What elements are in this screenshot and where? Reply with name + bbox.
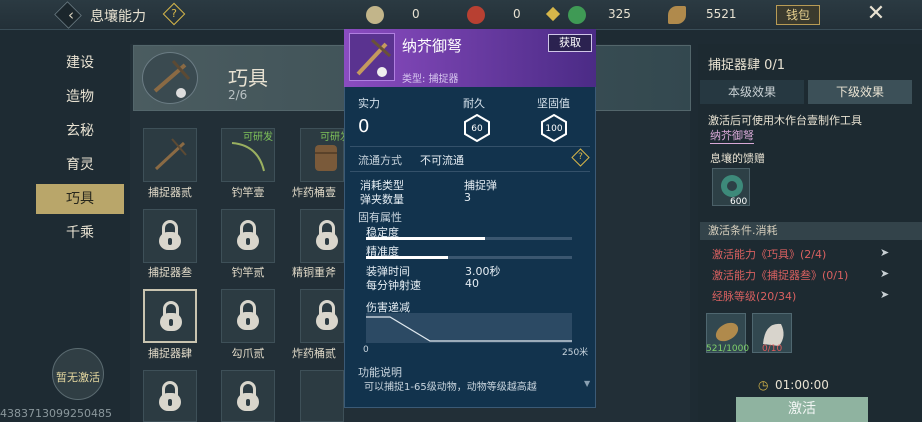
grid-item-label: 炸药桶贰	[292, 347, 336, 360]
resource-value: 5521	[706, 7, 737, 21]
category-count: 2/6	[228, 88, 248, 102]
grid-item-label: 捕捉器肆	[148, 347, 192, 360]
circulation-label: 流通方式	[358, 154, 402, 167]
condition-item: 经脉等级(20/34)	[712, 290, 797, 303]
reward-label: 息壤的馈赠	[710, 152, 765, 165]
sidebar-item-craft[interactable]: 造物	[36, 82, 124, 112]
circulation-value: 不可流通	[420, 154, 464, 167]
rpm-label: 每分钟射速	[366, 279, 421, 292]
grid-item-label: 捕捉器叁	[148, 266, 192, 279]
resource-value: 0	[513, 7, 521, 21]
item-name: 纳芥御弩	[402, 37, 463, 55]
durability-value: 60	[471, 124, 483, 134]
function-text: 可以捕捉1-65级动物，动物等级越高越	[364, 382, 537, 393]
lock-icon	[314, 300, 340, 332]
grid-item[interactable]	[300, 209, 344, 263]
strength-value: 0	[358, 116, 370, 137]
solidity-label: 坚固值	[537, 97, 570, 110]
item-type: 类型: 捕捉器	[402, 74, 459, 85]
grid-item-label: 钓竿壹	[231, 186, 265, 199]
lock-icon	[157, 381, 183, 413]
accuracy-bar-fill	[366, 256, 449, 259]
send-icon[interactable]: ➤	[880, 288, 894, 301]
stability-bar-fill	[366, 237, 486, 240]
not-activated-label: 暂无激活	[56, 371, 100, 384]
grid-item-label: 钓竿贰	[231, 266, 265, 279]
send-icon[interactable]: ➤	[880, 267, 894, 280]
crossbow-icon	[154, 138, 187, 171]
grid-item-label: 精铜重斧	[292, 266, 336, 279]
resource-value: 325	[608, 7, 631, 21]
crossbow-icon	[349, 33, 395, 81]
grid-item-label: 勾爪贰	[231, 347, 265, 360]
condition-item: 激活能力《捕捉器叁》(0/1)	[712, 269, 849, 282]
close-icon[interactable]: ✕	[861, 0, 891, 30]
tab-current-effect[interactable]: 本级效果	[700, 80, 804, 104]
grid-item[interactable]	[221, 370, 275, 422]
conditions-header: 激活条件.消耗	[700, 222, 922, 240]
jade-icon	[568, 6, 586, 24]
falloff-end: 250米	[562, 348, 589, 358]
grid-item[interactable]	[221, 289, 275, 343]
grid-item[interactable]	[300, 289, 344, 343]
cost-count: 0/10	[762, 344, 783, 354]
divider	[350, 171, 590, 172]
seed-icon	[668, 6, 686, 24]
lock-icon	[158, 301, 184, 333]
sidebar-item-mystic[interactable]: 玄秘	[36, 116, 124, 146]
reward-count: 600	[730, 197, 748, 207]
lock-icon	[235, 300, 261, 332]
grid-item[interactable]	[300, 370, 344, 422]
crossbow-icon	[142, 52, 198, 104]
falloff-graph	[366, 313, 572, 343]
scroll-down-icon[interactable]: ▼	[584, 379, 590, 388]
grid-item[interactable]	[221, 209, 275, 263]
timer: 01:00:00	[775, 378, 829, 392]
grid-item-selected[interactable]	[143, 289, 197, 343]
lock-icon	[314, 220, 340, 252]
sidebar: 建设 造物 玄秘 育灵 巧具 千乘	[36, 42, 124, 382]
wallet-button[interactable]: 钱包	[776, 5, 820, 25]
strength-label: 实力	[358, 97, 380, 110]
sidebar-item-spirit[interactable]: 育灵	[36, 150, 124, 180]
grid-item[interactable]	[143, 209, 197, 263]
chevron-left-icon[interactable]: ‹	[61, 5, 81, 25]
sidebar-item-vehicles[interactable]: 千乘	[36, 218, 124, 248]
cost-count: 521/1000	[706, 344, 750, 354]
tab-next-effect[interactable]: 下级效果	[808, 80, 912, 104]
inherent-label: 固有属性	[358, 211, 402, 224]
ability-title: 捕捉器肆 0/1	[708, 58, 786, 73]
effect-item-link[interactable]: 纳芥御弩	[710, 127, 754, 144]
condition-item: 激活能力《巧具》(2/4)	[712, 248, 827, 261]
page-title: 息壤能力	[90, 9, 146, 25]
lock-icon	[157, 220, 183, 252]
grid-item-label: 炸药桶壹	[292, 186, 336, 199]
red-gem-icon	[467, 6, 485, 24]
send-icon[interactable]: ➤	[880, 246, 894, 259]
clip-label: 弹夹数量	[360, 193, 404, 206]
falloff-start: 0	[363, 345, 369, 355]
researchable-tag: 可研发	[243, 132, 273, 143]
grid-item[interactable]	[143, 128, 197, 182]
rpm-value: 40	[465, 277, 479, 290]
activate-button[interactable]: 激活	[736, 397, 868, 422]
obtain-button[interactable]: 获取	[548, 34, 592, 52]
sidebar-item-build[interactable]: 建设	[36, 48, 124, 78]
grid-item[interactable]	[143, 370, 197, 422]
effect-description: 激活后可使用木作台壹制作工具	[708, 114, 862, 127]
sidebar-item-tools[interactable]: 巧具	[36, 184, 124, 214]
uid-text: 4383713099250485	[0, 407, 112, 420]
clip-value: 3	[464, 191, 471, 204]
lock-icon	[235, 220, 261, 252]
durability-label: 耐久	[463, 97, 485, 110]
lock-icon	[235, 381, 261, 413]
divider	[350, 146, 590, 147]
grid-item-label: 捕捉器贰	[148, 186, 192, 199]
category-name: 巧具	[228, 66, 268, 90]
coin-icon	[366, 6, 384, 24]
clock-icon: ◷	[758, 378, 769, 392]
solidity-value: 100	[545, 124, 563, 134]
resource-value: 0	[412, 7, 420, 21]
